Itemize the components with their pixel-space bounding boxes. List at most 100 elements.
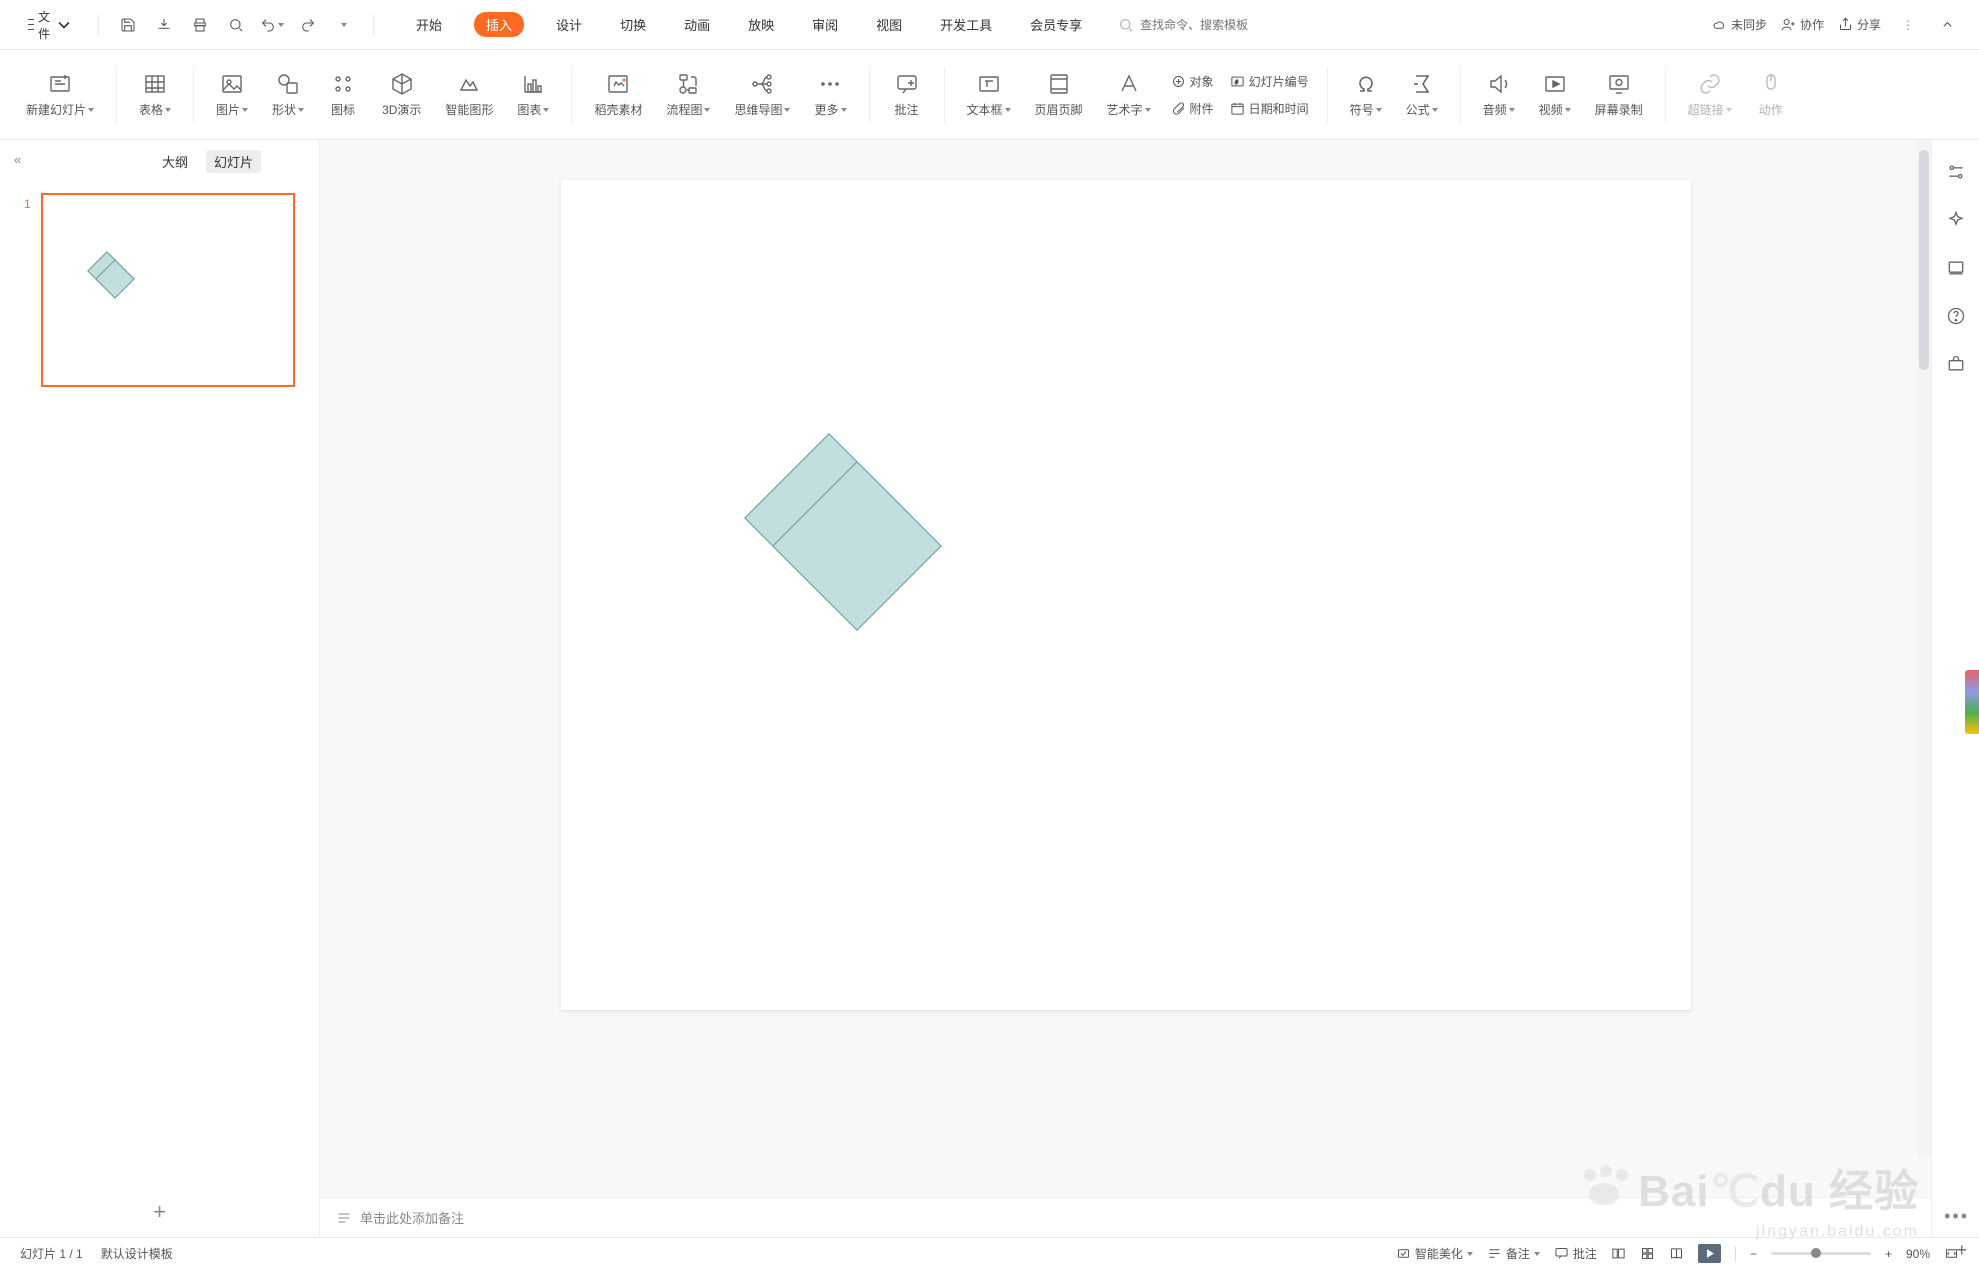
tab-transitions[interactable]: 切换: [614, 11, 652, 38]
thumbnail-number: 1: [24, 193, 31, 211]
audio-button[interactable]: 音频: [1475, 67, 1523, 122]
flowchart-button[interactable]: 流程图: [658, 67, 718, 122]
zoom-slider[interactable]: [1771, 1252, 1871, 1255]
insert-attachment-button[interactable]: 附件: [1167, 98, 1218, 119]
more-button[interactable]: 更多: [806, 67, 854, 122]
mindmap-icon: [749, 71, 775, 97]
template-name: 默认设计模板: [101, 1245, 173, 1262]
add-corner-button[interactable]: +: [1956, 1240, 1967, 1261]
tab-slideshow[interactable]: 放映: [742, 11, 780, 38]
cloud-icon: [1712, 17, 1727, 32]
redo-button[interactable]: [295, 12, 321, 38]
slide-panel: « 大纲 幻灯片 1 +: [0, 140, 320, 1237]
symbol-button[interactable]: 符号: [1342, 67, 1390, 122]
tab-animations[interactable]: 动画: [678, 11, 716, 38]
vertical-scrollbar[interactable]: [1917, 140, 1931, 1157]
zoom-in-button[interactable]: +: [1885, 1247, 1892, 1261]
video-button[interactable]: 视频: [1531, 67, 1579, 122]
sparkle-icon[interactable]: [1944, 208, 1968, 232]
calendar-icon: [1230, 101, 1245, 116]
tab-member[interactable]: 会员专享: [1024, 11, 1088, 38]
collaborate-label: 协作: [1800, 16, 1824, 33]
thumbnail-item[interactable]: 1: [24, 193, 295, 387]
collapse-ribbon-button[interactable]: [1935, 13, 1959, 37]
shapes-button[interactable]: 形状: [264, 67, 312, 122]
panel-tab-slides[interactable]: 幻灯片: [206, 150, 261, 173]
docer-button[interactable]: 稻壳素材: [586, 67, 650, 122]
comment-icon: [894, 71, 920, 97]
color-floater[interactable]: [1965, 670, 1979, 734]
sync-status-button[interactable]: 未同步: [1712, 16, 1767, 33]
comment-button[interactable]: 批注: [884, 67, 930, 122]
tab-design[interactable]: 设计: [550, 11, 588, 38]
smart-beautify-button[interactable]: 智能美化: [1396, 1245, 1473, 1262]
audio-icon: [1486, 71, 1512, 97]
collapse-panel-button[interactable]: «: [14, 152, 21, 167]
tab-home[interactable]: 开始: [410, 11, 448, 38]
save-icon[interactable]: [115, 12, 141, 38]
action-button[interactable]: 动作: [1748, 67, 1794, 122]
new-slide-label: 新建幻灯片: [26, 101, 86, 118]
panel-tab-outline[interactable]: 大纲: [154, 150, 196, 173]
thumbnail-preview[interactable]: [41, 193, 295, 387]
slideshow-view-button[interactable]: [1698, 1244, 1721, 1263]
picture-icon: [219, 71, 245, 97]
menu-bar: 文件 开始 插入 设计 切换 动画 放映 审阅 视图 开发工具 会员专享 未同步: [0, 0, 1979, 50]
insert-object-button[interactable]: 对象: [1167, 71, 1218, 92]
chevron-down-icon: [54, 15, 74, 35]
add-slide-button[interactable]: +: [153, 1199, 166, 1225]
icon-button[interactable]: 图标: [320, 67, 366, 122]
more-menu-icon[interactable]: ⋮: [1895, 12, 1921, 38]
print-icon[interactable]: [187, 12, 213, 38]
link-icon: [1697, 71, 1723, 97]
table-button[interactable]: 表格: [131, 67, 179, 122]
tab-insert[interactable]: 插入: [474, 12, 524, 37]
print-preview-icon[interactable]: [223, 12, 249, 38]
smart-graphic-button[interactable]: 智能图形: [437, 67, 501, 122]
3d-button[interactable]: 3D演示: [374, 67, 429, 122]
header-footer-button[interactable]: 页眉页脚: [1027, 67, 1091, 122]
share-button[interactable]: 分享: [1838, 16, 1881, 33]
reading-view-button[interactable]: [1669, 1246, 1684, 1261]
textbox-button[interactable]: 文本框: [959, 67, 1019, 122]
normal-view-button[interactable]: [1611, 1246, 1626, 1261]
sorter-view-button[interactable]: [1640, 1246, 1655, 1261]
more-dots-button[interactable]: •••: [1944, 1206, 1969, 1227]
export-pdf-icon[interactable]: [151, 12, 177, 38]
wordart-button[interactable]: 艺术字: [1099, 67, 1159, 122]
header-footer-icon: [1046, 71, 1072, 97]
insert-slidenum-button[interactable]: #幻灯片编号: [1226, 71, 1313, 92]
comments-toggle-button[interactable]: 批注: [1554, 1245, 1597, 1262]
insert-datetime-button[interactable]: 日期和时间: [1226, 98, 1313, 119]
search-input[interactable]: [1140, 18, 1290, 32]
help-icon[interactable]: [1944, 304, 1968, 328]
undo-button[interactable]: [259, 12, 285, 38]
picture-button[interactable]: 图片: [208, 67, 256, 122]
mindmap-button[interactable]: 思维导图: [726, 67, 798, 122]
hyperlink-button[interactable]: 超链接: [1680, 67, 1740, 122]
slide-counter: 幻灯片 1 / 1: [20, 1245, 83, 1262]
toolbox-icon[interactable]: [1944, 352, 1968, 376]
formula-icon: [1409, 71, 1435, 97]
formula-button[interactable]: 公式: [1398, 67, 1446, 122]
tab-developer[interactable]: 开发工具: [934, 11, 998, 38]
tab-review[interactable]: 审阅: [806, 11, 844, 38]
zoom-level: 90%: [1906, 1247, 1930, 1261]
screen-record-button[interactable]: 屏幕录制: [1587, 67, 1651, 122]
collaborate-button[interactable]: 协作: [1781, 16, 1824, 33]
notes-toggle-button[interactable]: 备注: [1487, 1245, 1540, 1262]
template-icon[interactable]: [1944, 256, 1968, 280]
mouse-icon: [1758, 71, 1784, 97]
settings-icon[interactable]: [1944, 160, 1968, 184]
slide-canvas[interactable]: [561, 180, 1691, 1010]
command-search[interactable]: [1118, 17, 1298, 33]
quick-access-customize[interactable]: [331, 12, 357, 38]
chart-button[interactable]: 图表: [509, 67, 557, 122]
file-menu-button[interactable]: 文件: [20, 4, 82, 46]
tab-view[interactable]: 视图: [870, 11, 908, 38]
zoom-out-button[interactable]: −: [1750, 1247, 1757, 1261]
notes-bar[interactable]: 单击此处添加备注: [320, 1197, 1931, 1237]
chart-icon: [520, 71, 546, 97]
new-slide-button[interactable]: 新建幻灯片: [18, 67, 102, 122]
slide-number-icon: #: [1230, 74, 1245, 89]
